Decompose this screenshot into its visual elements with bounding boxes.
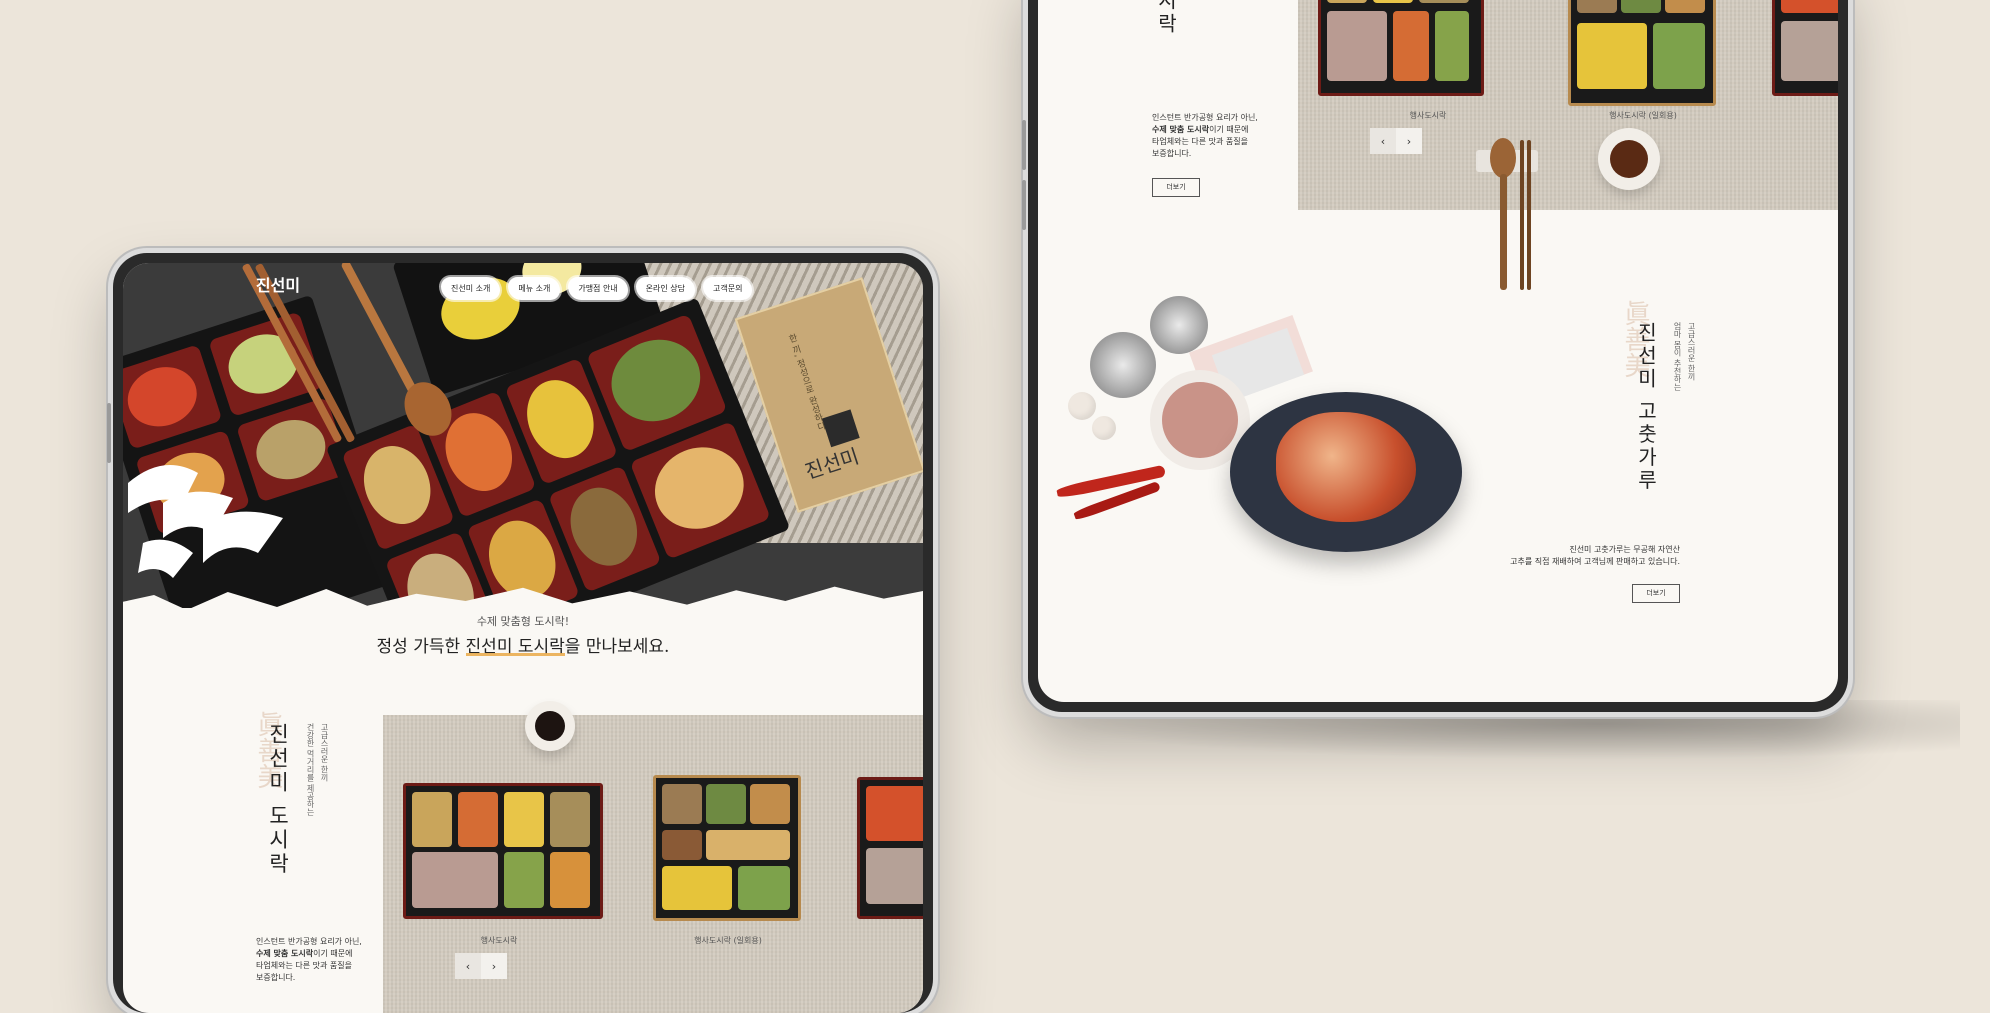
next-arrow-button[interactable]: › xyxy=(481,953,507,979)
desc-bold: 수제 맞춤 도시락 xyxy=(256,949,314,958)
tablet-left: 한 끼, 정성으로 완성하다 진선미 진선미 진선미 소개 메뉴 소개 가맹점 … xyxy=(107,253,933,1013)
kimchi-plate xyxy=(1230,392,1462,552)
desc-line: 보증합니다. xyxy=(1152,149,1192,158)
lunchbox-product[interactable] xyxy=(403,783,603,919)
section-title: 진선미 고춧가루 xyxy=(1634,322,1658,493)
nav-item-franchise[interactable]: 가맹점 안내 xyxy=(568,277,628,300)
tablet-right: 시락 인스턴트 반가공형 요리가 아닌, 수제 맞춤 도시락이기 때문에 타업체… xyxy=(1022,0,1848,712)
subtitle-line: 고급스러운 한끼 xyxy=(320,723,329,782)
nav-item-menu[interactable]: 메뉴 소개 xyxy=(508,277,561,300)
section-description: 인스턴트 반가공형 요리가 아닌, 수제 맞춤 도시락이기 때문에 타업체와는 … xyxy=(1152,112,1258,160)
desc-line: 보증합니다. xyxy=(256,973,296,982)
section-subtitle: 고급스러운 한끼 건강한 먹거리를 제공하는 xyxy=(303,723,331,823)
brand-card-name: 진선미 xyxy=(801,443,862,484)
desc-line: 타업체와는 다른 맛과 품질을 xyxy=(1152,137,1248,146)
product-caption: 행사도시락 (일회용) xyxy=(694,936,762,945)
soy-sauce-bowl xyxy=(525,701,575,751)
product-gallery: 행사도시락 행사도시락 (일회용) ‹ › xyxy=(383,701,923,1013)
desc-line: 이기 때문에 xyxy=(1209,125,1249,134)
tagline-small: 수제 맞춤형 도시락! xyxy=(476,615,570,628)
section-title: 진선미 도시락 xyxy=(266,723,290,877)
desc-line: 타업체와는 다른 맛과 품질을 xyxy=(256,961,352,970)
section-description: 인스턴트 반가공형 요리가 아닌, 수제 맞춤 도시락이기 때문에 타업체와는 … xyxy=(256,936,362,984)
prev-arrow-button[interactable]: ‹ xyxy=(455,953,481,979)
product-caption: 행사도시락 xyxy=(1409,111,1447,120)
desc-bold: 수제 맞춤 도시락 xyxy=(1152,125,1210,134)
subtitle-line: 엄마 몸이 추천하는 xyxy=(1673,322,1682,392)
tagline-post: 을 만나보세요. xyxy=(564,637,670,657)
desc-line: 고추를 직접 재배하여 고객님께 판매하고 있습니다. xyxy=(1510,557,1680,566)
bamboo-brush-illustration xyxy=(128,465,283,578)
chopstick xyxy=(1527,140,1531,290)
spoon xyxy=(1490,138,1516,178)
volume-button xyxy=(1022,180,1026,230)
soy-sauce-bowl xyxy=(1598,128,1660,190)
tagline-highlight: 진선미 도시락 xyxy=(465,637,565,657)
spice-jar xyxy=(1150,296,1208,354)
volume-button xyxy=(1022,120,1026,170)
lunchbox-product[interactable] xyxy=(1318,0,1484,96)
hero-banner: 한 끼, 정성으로 완성하다 진선미 xyxy=(123,263,923,608)
lunchbox-product[interactable] xyxy=(1772,0,1838,96)
chopstick xyxy=(1520,140,1524,290)
gallery-arrows: ‹ › xyxy=(1370,128,1422,154)
spoon-handle xyxy=(1500,174,1507,290)
tablet-left-screen: 한 끼, 정성으로 완성하다 진선미 진선미 진선미 소개 메뉴 소개 가맹점 … xyxy=(123,263,923,1013)
tagline-big: 정성 가득한 진선미 도시락을 만나보세요. xyxy=(123,632,923,657)
more-button[interactable]: 더보기 xyxy=(1632,584,1680,603)
volume-button xyxy=(107,403,111,463)
section-subtitle: 고급스러운 한끼 엄마 몸이 추천하는 xyxy=(1670,322,1698,412)
tablet-right-screen: 시락 인스턴트 반가공형 요리가 아닌, 수제 맞춤 도시락이기 때문에 타업체… xyxy=(1038,0,1838,702)
tagline-pre: 정성 가득한 xyxy=(376,637,466,657)
lunchbox-product[interactable] xyxy=(653,775,801,921)
main-nav: 진선미 소개 메뉴 소개 가맹점 안내 온라인 상담 고객문의 xyxy=(441,277,753,300)
nav-item-about[interactable]: 진선미 소개 xyxy=(441,277,501,300)
prev-arrow-button[interactable]: ‹ xyxy=(1370,128,1396,154)
section-description: 진선미 고춧가루는 무공해 자연산 고추를 직접 재배하여 고객님께 판매하고 … xyxy=(1458,544,1680,568)
desc-line: 이기 때문에 xyxy=(313,949,353,958)
product-gallery: 행사도시락 행사도시락 (일회용) ‹ › xyxy=(1298,0,1838,210)
section-title-partial: 시락 xyxy=(1154,0,1178,36)
lunchbox-product[interactable] xyxy=(1568,0,1716,106)
nav-item-contact[interactable]: 고객문의 xyxy=(703,277,753,300)
desc-line: 진선미 고춧가루는 무공해 자연산 xyxy=(1569,545,1680,554)
logo-text: 진선미 xyxy=(255,276,301,295)
desc-line: 인스턴트 반가공형 요리가 아닌, xyxy=(256,937,362,946)
product-caption: 행사도시락 xyxy=(480,936,518,945)
product-caption: 행사도시락 (일회용) xyxy=(1609,111,1677,120)
subtitle-line: 고급스러운 한끼 xyxy=(1687,322,1696,381)
kimchi xyxy=(1276,412,1416,522)
desc-line: 인스턴트 반가공형 요리가 아닌, xyxy=(1152,113,1258,122)
gallery-arrows: ‹ › xyxy=(455,953,507,979)
next-arrow-button[interactable]: › xyxy=(1396,128,1422,154)
garlic xyxy=(1092,416,1116,440)
subtitle-line: 건강한 먹거리를 제공하는 xyxy=(306,723,315,817)
spice-jar xyxy=(1090,332,1156,398)
nav-item-consult[interactable]: 온라인 상담 xyxy=(635,277,696,300)
garlic xyxy=(1068,392,1096,420)
more-button[interactable]: 더보기 xyxy=(1152,178,1200,197)
lunchbox-product[interactable] xyxy=(857,777,923,919)
logo[interactable]: 진선미 xyxy=(253,269,303,299)
